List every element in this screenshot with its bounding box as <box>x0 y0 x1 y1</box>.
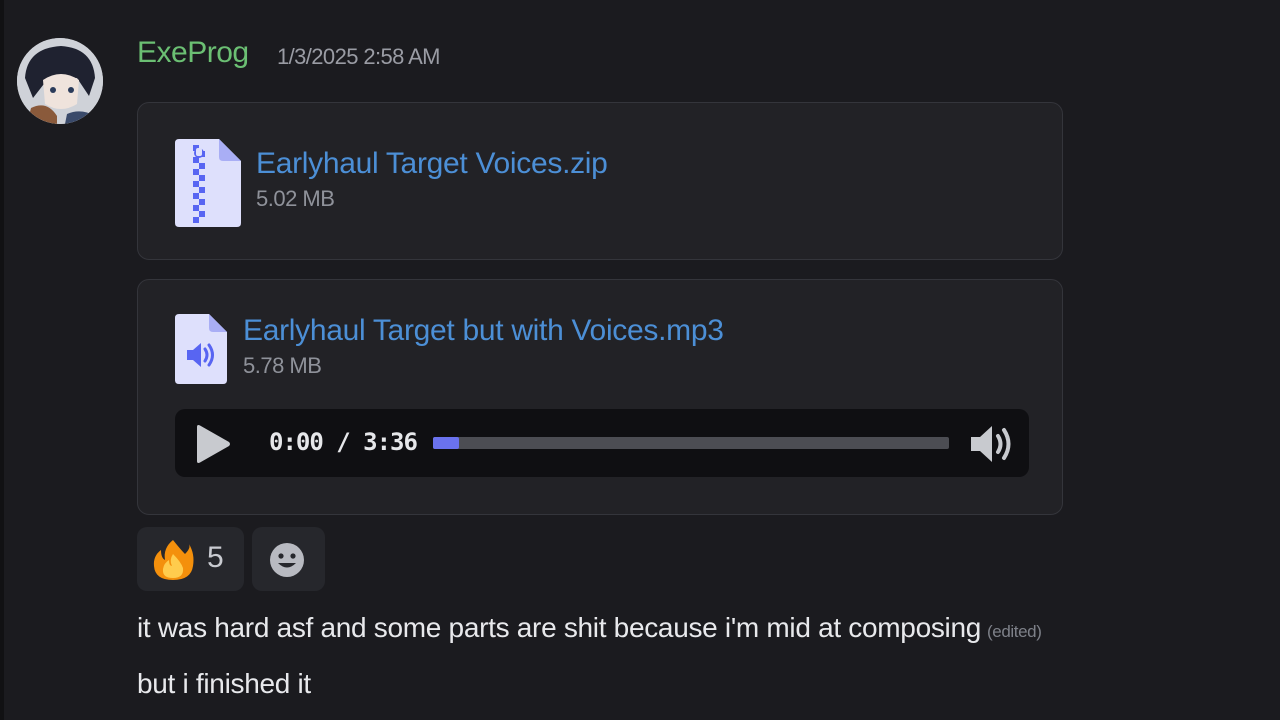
add-reaction-button[interactable] <box>252 527 325 591</box>
seek-bar-progress <box>433 437 459 449</box>
attachment-file-name[interactable]: Earlyhaul Target Voices.zip <box>256 147 608 181</box>
attachment-file-size: 5.02 MB <box>256 186 335 211</box>
volume-button[interactable] <box>968 422 1016 471</box>
reaction-fire[interactable]: 5 <box>137 527 244 591</box>
attachment-file-name[interactable]: Earlyhaul Target but with Voices.mp3 <box>243 314 724 348</box>
file-attachment-zip: Earlyhaul Target Voices.zip 5.02 MB <box>137 102 1063 260</box>
avatar-image <box>17 38 103 124</box>
file-attachment-audio: Earlyhaul Target but with Voices.mp3 5.7… <box>137 279 1063 515</box>
play-button[interactable] <box>195 424 231 469</box>
audio-file-icon <box>175 314 227 389</box>
message-timestamp: 1/3/2025 2:58 AM <box>277 44 440 69</box>
audio-player: 0:00 / 3:36 <box>175 409 1029 477</box>
message-text-line: but i finished it <box>137 668 311 700</box>
reaction-count: 5 <box>207 541 224 574</box>
fire-icon <box>151 538 195 587</box>
message-view: ExeProg 1/3/2025 2:58 AM Earlyhaul Targe… <box>0 0 1280 720</box>
volume-icon <box>971 426 1011 462</box>
seek-bar[interactable] <box>433 437 949 449</box>
message-text: it was hard asf and some parts are shit … <box>137 612 982 643</box>
left-edge-divider <box>0 0 4 720</box>
author-name[interactable]: ExeProg <box>137 36 249 70</box>
zip-file-icon <box>175 139 241 232</box>
playback-time: 0:00 / 3:36 <box>269 428 418 456</box>
add-reaction-smiley-icon <box>268 541 306 584</box>
play-icon <box>197 425 230 463</box>
message-text: but i finished it <box>137 668 311 699</box>
attachment-file-size: 5.78 MB <box>243 353 322 378</box>
message-text-line: it was hard asf and some parts are shit … <box>137 612 1042 644</box>
edited-label: (edited) <box>987 622 1042 641</box>
avatar[interactable] <box>17 38 103 124</box>
